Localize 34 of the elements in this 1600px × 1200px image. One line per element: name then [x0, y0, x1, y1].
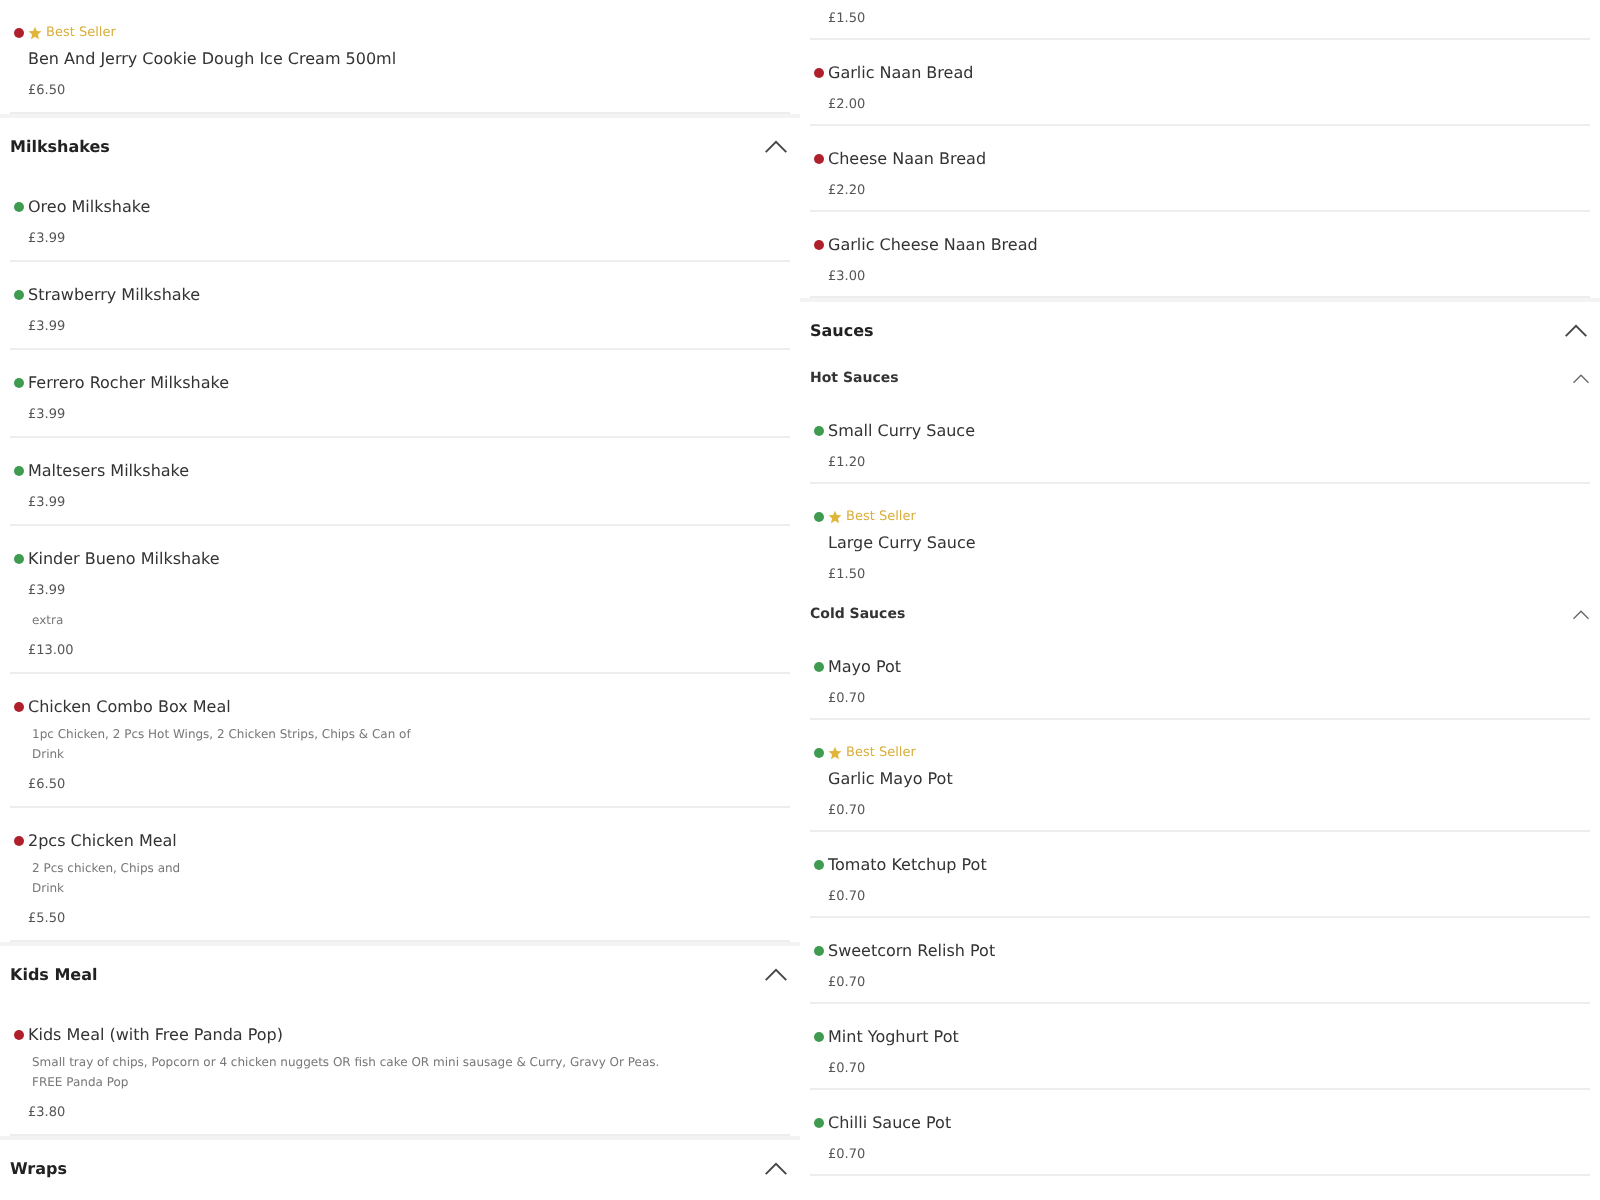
item-name: Chicken Combo Box Meal: [28, 698, 231, 716]
chevron-icon[interactable]: [1572, 373, 1590, 383]
item-name: Garlic Naan Bread: [828, 64, 974, 82]
item-name: Tomato Ketchup Pot: [828, 856, 987, 874]
item-name: Maltesers Milkshake: [28, 462, 190, 480]
item-name: Kids Meal (with Free Panda Pop): [28, 1026, 283, 1044]
section-header[interactable]: Kids Meal: [0, 942, 800, 1002]
item-name: Small Curry Sauce: [828, 422, 976, 440]
item-name: Garlic Cheese Naan Bread: [828, 236, 1038, 254]
item-name: Mayo Pot: [828, 658, 902, 676]
chevron-icon[interactable]: [764, 967, 788, 981]
chevron-icon[interactable]: [764, 1161, 788, 1175]
item-name: Sweetcorn Relish Pot: [828, 942, 996, 960]
section-header[interactable]: Sauces: [800, 298, 1600, 358]
section-title: Kids Meal: [10, 965, 98, 983]
item-name: Mint Yoghurt Pot: [828, 1028, 959, 1046]
section-title: Sauces: [810, 321, 874, 339]
item-name: Cheese Naan Bread: [828, 150, 987, 168]
item-name: Kinder Bueno Milkshake: [28, 550, 220, 568]
item-name: Chilli Sauce Pot: [828, 1114, 952, 1132]
section-title: Wraps: [10, 1159, 68, 1177]
item-name: Oreo Milkshake: [28, 198, 151, 216]
chevron-icon[interactable]: [1572, 609, 1590, 619]
item-name: Ben And Jerry Cookie Dough Ice Cream 500ml: [28, 50, 397, 68]
item-name: Ferrero Rocher Milkshake: [28, 374, 230, 392]
section-title: Milkshakes: [10, 137, 110, 155]
section-header[interactable]: Milkshakes: [0, 114, 800, 174]
item-name: Garlic Mayo Pot: [828, 770, 953, 788]
chevron-icon[interactable]: [1564, 323, 1588, 337]
chevron-icon[interactable]: [764, 139, 788, 153]
item-name: Strawberry Milkshake: [28, 286, 201, 304]
item-name: Large Curry Sauce: [828, 534, 976, 552]
item-name: 2pcs Chicken Meal: [28, 832, 177, 850]
section-header[interactable]: Wraps: [0, 1136, 800, 1196]
